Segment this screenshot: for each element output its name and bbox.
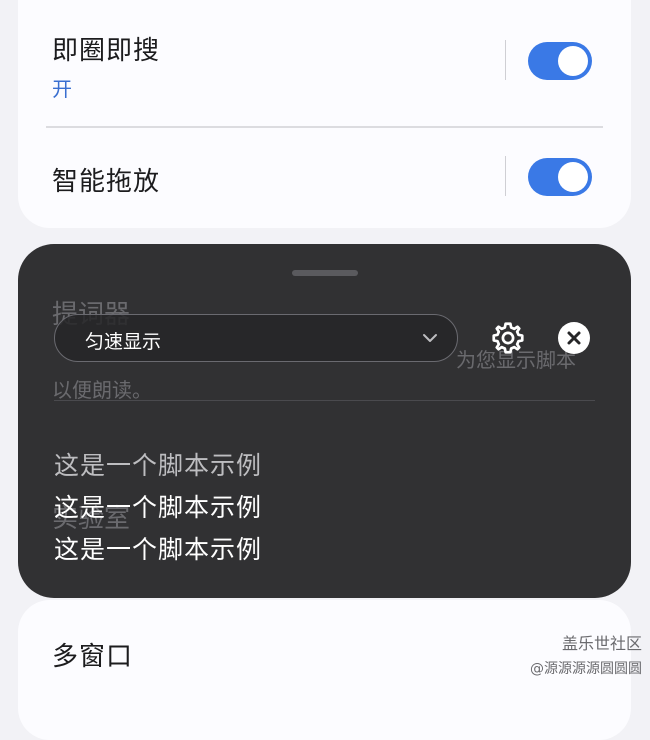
toggle-knob (558, 46, 588, 76)
setting-title: 即圈即搜 (52, 36, 161, 66)
setting-row-multi-window[interactable]: 多窗口 (52, 636, 597, 673)
close-button[interactable] (558, 322, 590, 354)
overlay-divider (54, 400, 595, 401)
row-divider (46, 126, 603, 128)
vertical-divider (505, 156, 506, 196)
script-line: 这是一个脚本示例 (54, 535, 263, 564)
display-mode-dropdown[interactable]: 匀速显示 (54, 314, 458, 362)
display-mode-value: 匀速显示 (85, 331, 162, 353)
setting-status: 开 (52, 77, 72, 101)
watermark-site: 盖乐世社区 (561, 634, 642, 653)
script-line: 这是一个脚本示例 (54, 493, 263, 522)
close-icon (567, 331, 581, 345)
setting-row-circle-search[interactable]: 即圈即搜 开 (52, 30, 597, 102)
settings-card-top: 即圈即搜 开 智能拖放 (18, 0, 631, 228)
circle-search-toggle[interactable] (528, 42, 592, 80)
drag-handle[interactable] (292, 270, 358, 276)
vertical-divider (505, 40, 506, 80)
gear-icon[interactable] (490, 320, 526, 356)
smart-drag-toggle[interactable] (528, 158, 592, 196)
toggle-knob (558, 162, 588, 192)
chevron-down-icon (423, 334, 437, 342)
teleprompter-desc-line2: 以便朗读。 (52, 378, 152, 402)
setting-title: 多窗口 (52, 642, 134, 672)
setting-title: 智能拖放 (52, 167, 161, 197)
setting-row-smart-drag[interactable]: 智能拖放 (52, 161, 597, 198)
watermark-user: @源源源源圆圆圆 (530, 661, 642, 677)
watermark: 盖乐世社区 @源源源源圆圆圆 (530, 630, 642, 678)
script-line: 这是一个脚本示例 (54, 451, 263, 480)
teleprompter-overlay[interactable]: 提词器 为您显示脚本 以便朗读。 实验室 匀速显示 这是一个脚本示例 这是一个脚… (18, 244, 631, 598)
